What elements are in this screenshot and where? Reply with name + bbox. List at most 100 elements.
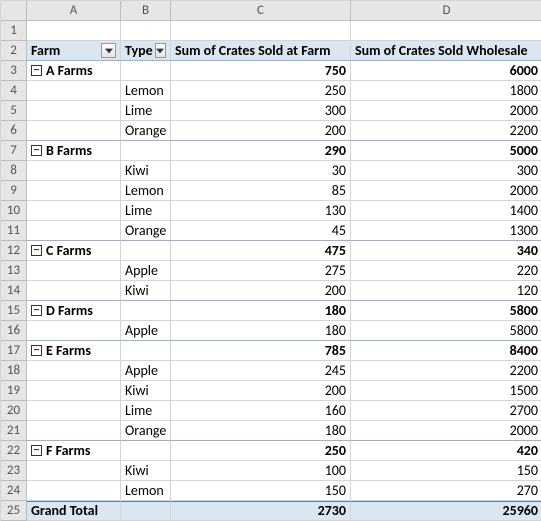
group-name-cell[interactable]: −D Farms	[27, 301, 121, 321]
group-type-empty[interactable]	[121, 301, 171, 321]
group-type-empty[interactable]	[121, 61, 171, 81]
group-name-cell[interactable]: −B Farms	[27, 141, 121, 161]
detail-type[interactable]: Kiwi	[121, 161, 171, 181]
detail-sum-wholesale: 2200	[351, 121, 541, 141]
detail-type[interactable]: Kiwi	[121, 281, 171, 301]
detail-farm-empty[interactable]	[27, 321, 121, 341]
detail-farm-empty[interactable]	[27, 121, 121, 141]
detail-type[interactable]: Kiwi	[121, 461, 171, 481]
group-sum-wholesale: 5000	[351, 141, 541, 161]
row-header-1[interactable]: 1	[1, 21, 27, 41]
pivot-header-sum-wholesale: Sum of Crates Sold Wholesale	[351, 41, 541, 61]
detail-type[interactable]: Kiwi	[121, 381, 171, 401]
col-header-B[interactable]: B	[121, 1, 171, 21]
group-name-cell[interactable]: −A Farms	[27, 61, 121, 81]
row-header-10[interactable]: 10	[1, 201, 27, 221]
col-header-C[interactable]: C	[171, 1, 351, 21]
detail-farm-empty[interactable]	[27, 101, 121, 121]
detail-type[interactable]: Apple	[121, 321, 171, 341]
detail-farm-empty[interactable]	[27, 461, 121, 481]
row-header-9[interactable]: 9	[1, 181, 27, 201]
detail-farm-empty[interactable]	[27, 281, 121, 301]
row-header-4[interactable]: 4	[1, 81, 27, 101]
detail-farm-empty[interactable]	[27, 161, 121, 181]
col-header-A[interactable]: A	[27, 1, 121, 21]
detail-type[interactable]: Apple	[121, 261, 171, 281]
row-header-17[interactable]: 17	[1, 341, 27, 361]
filter-type-icon[interactable]	[155, 43, 166, 58]
row-header-13[interactable]: 13	[1, 261, 27, 281]
collapse-icon-2[interactable]: −	[31, 245, 42, 256]
detail-sum-farm: 250	[171, 81, 351, 101]
detail-type[interactable]: Orange	[121, 221, 171, 241]
row-header-5[interactable]: 5	[1, 101, 27, 121]
detail-type[interactable]: Lime	[121, 401, 171, 421]
row-header-18[interactable]: 18	[1, 361, 27, 381]
detail-farm-empty[interactable]	[27, 421, 121, 441]
detail-farm-empty[interactable]	[27, 361, 121, 381]
group-sum-wholesale: 6000	[351, 61, 541, 81]
row-header-8[interactable]: 8	[1, 161, 27, 181]
detail-type[interactable]: Orange	[121, 421, 171, 441]
collapse-icon-5[interactable]: −	[31, 445, 42, 456]
filter-farm-icon[interactable]	[101, 43, 116, 58]
collapse-icon-1[interactable]: −	[31, 145, 42, 156]
detail-farm-empty[interactable]	[27, 401, 121, 421]
detail-farm-empty[interactable]	[27, 381, 121, 401]
detail-farm-empty[interactable]	[27, 481, 121, 501]
pivot-header-farm[interactable]: Farm	[27, 41, 121, 61]
detail-sum-farm: 150	[171, 481, 351, 501]
detail-type[interactable]: Lime	[121, 201, 171, 221]
detail-farm-empty[interactable]	[27, 181, 121, 201]
collapse-icon-3[interactable]: −	[31, 305, 42, 316]
detail-farm-empty[interactable]	[27, 201, 121, 221]
collapse-icon-4[interactable]: −	[31, 345, 42, 356]
group-type-empty[interactable]	[121, 341, 171, 361]
col-header-D[interactable]: D	[351, 1, 541, 21]
row-header-16[interactable]: 16	[1, 321, 27, 341]
row-header-2[interactable]: 2	[1, 41, 27, 61]
collapse-icon-0[interactable]: −	[31, 65, 42, 76]
empty-cell[interactable]	[121, 21, 171, 41]
empty-cell[interactable]	[351, 21, 541, 41]
row-header-22[interactable]: 22	[1, 441, 27, 461]
detail-farm-empty[interactable]	[27, 261, 121, 281]
group-type-empty[interactable]	[121, 441, 171, 461]
detail-type[interactable]: Lemon	[121, 81, 171, 101]
detail-sum-farm: 275	[171, 261, 351, 281]
row-header-21[interactable]: 21	[1, 421, 27, 441]
empty-cell[interactable]	[27, 21, 121, 41]
detail-sum-wholesale: 300	[351, 161, 541, 181]
row-header-3[interactable]: 3	[1, 61, 27, 81]
empty-cell[interactable]	[171, 21, 351, 41]
row-header-7[interactable]: 7	[1, 141, 27, 161]
group-type-empty[interactable]	[121, 141, 171, 161]
select-all-corner[interactable]	[1, 1, 27, 21]
row-header-6[interactable]: 6	[1, 121, 27, 141]
row-header-19[interactable]: 19	[1, 381, 27, 401]
pivot-header-type[interactable]: Type	[121, 41, 171, 61]
row-header-14[interactable]: 14	[1, 281, 27, 301]
detail-type[interactable]: Lemon	[121, 181, 171, 201]
row-header-12[interactable]: 12	[1, 241, 27, 261]
row-header-11[interactable]: 11	[1, 221, 27, 241]
row-header-23[interactable]: 23	[1, 461, 27, 481]
detail-sum-wholesale: 1800	[351, 81, 541, 101]
detail-farm-empty[interactable]	[27, 221, 121, 241]
row-header-20[interactable]: 20	[1, 401, 27, 421]
row-header-15[interactable]: 15	[1, 301, 27, 321]
group-name-cell[interactable]: −E Farms	[27, 341, 121, 361]
detail-type[interactable]: Apple	[121, 361, 171, 381]
detail-type[interactable]: Lemon	[121, 481, 171, 501]
detail-farm-empty[interactable]	[27, 81, 121, 101]
group-name-label: D Farms	[46, 303, 93, 319]
row-header-24[interactable]: 24	[1, 481, 27, 501]
detail-type[interactable]: Orange	[121, 121, 171, 141]
row-header-25[interactable]: 25	[1, 501, 27, 521]
group-name-cell[interactable]: −C Farms	[27, 241, 121, 261]
detail-sum-farm: 130	[171, 201, 351, 221]
detail-type[interactable]: Lime	[121, 101, 171, 121]
group-name-label: B Farms	[46, 143, 92, 159]
group-name-cell[interactable]: −F Farms	[27, 441, 121, 461]
group-type-empty[interactable]	[121, 241, 171, 261]
